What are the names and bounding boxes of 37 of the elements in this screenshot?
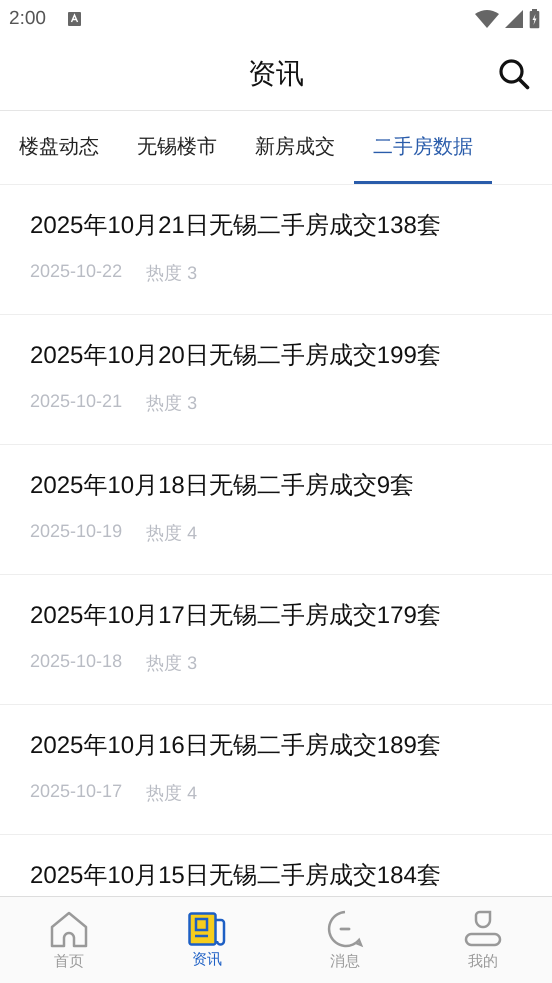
page-title: 资讯 [248, 56, 304, 92]
article-title: 2025年10月16日无锡二手房成交189套 [30, 731, 442, 761]
article-item[interactable]: 2025年10月16日无锡二手房成交189套 2025-10-17 热度 4 [0, 705, 552, 835]
article-title: 2025年10月15日无锡二手房成交184套 [30, 861, 442, 891]
category-tab[interactable]: 无锡楼市 [118, 111, 236, 184]
article-date: 2025-10-21 [30, 391, 122, 413]
article-date: 2025-10-19 [30, 521, 122, 543]
category-tab[interactable]: 二手房数据 [354, 111, 492, 184]
person-icon [464, 910, 502, 948]
article-title: 2025年10月18日无锡二手房成交9套 [30, 471, 416, 501]
nav-tab[interactable]: 资讯 [138, 897, 276, 983]
article-title: 2025年10月21日无锡二手房成交138套 [30, 211, 442, 241]
battery-icon [529, 8, 540, 28]
status-time: 2:00 [9, 8, 46, 30]
article-item[interactable]: 2025年10月17日无锡二手房成交179套 2025-10-18 热度 3 [0, 575, 552, 705]
article-date: 2025-10-17 [30, 781, 122, 803]
wifi-icon [475, 10, 499, 28]
article-heat: 热度 3 [146, 262, 198, 285]
article-date: 2025-10-18 [30, 651, 122, 673]
chat-bubble-icon [326, 910, 364, 948]
category-tab[interactable]: 新房成交 [236, 111, 354, 184]
article-heat: 热度 4 [146, 782, 198, 805]
article-item[interactable]: 2025年10月20日无锡二手房成交199套 2025-10-21 热度 3 [0, 315, 552, 445]
category-tab[interactable]: 楼盘动态 [0, 111, 118, 184]
article-heat: 热度 4 [146, 522, 198, 545]
search-icon[interactable] [498, 58, 530, 90]
article-title: 2025年10月17日无锡二手房成交179套 [30, 601, 442, 631]
article-heat: 热度 3 [146, 652, 198, 675]
article-item[interactable]: 2025年10月18日无锡二手房成交9套 2025-10-19 热度 4 [0, 445, 552, 575]
article-date: 2025-10-22 [30, 261, 122, 283]
article-heat: 热度 3 [146, 392, 198, 415]
signal-icon [505, 10, 523, 28]
article-title: 2025年10月20日无锡二手房成交199套 [30, 341, 442, 371]
newspaper-icon [188, 912, 226, 946]
keyboard-icon [68, 12, 81, 26]
article-item[interactable]: 2025年10月21日无锡二手房成交138套 2025-10-22 热度 3 [0, 185, 552, 315]
house-icon [50, 910, 88, 948]
